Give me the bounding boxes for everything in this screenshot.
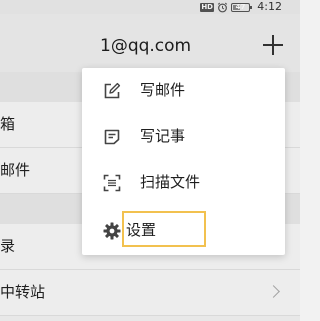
popup-menu: 写邮件 写记事 扫描文件 设置: [82, 68, 285, 255]
battery-percent: 47: [235, 2, 246, 11]
list-item[interactable]: 中转站: [0, 270, 300, 316]
battery-icon: 47: [231, 2, 252, 12]
menu-item-label: 写邮件: [140, 81, 186, 99]
hd-badge: HD: [200, 2, 214, 12]
status-icons: HD 47: [200, 1, 252, 13]
note-icon: [104, 129, 120, 145]
gear-icon: [103, 222, 121, 240]
account-email[interactable]: 1@qq.com: [100, 36, 191, 56]
menu-item-label: 扫描文件: [140, 173, 201, 191]
list-item-label: 中转站: [0, 283, 46, 301]
compose-icon: [104, 82, 121, 99]
alarm-icon: [217, 2, 228, 12]
status-bar: HD 47 4:12: [0, 0, 300, 14]
status-time: 4:12: [257, 0, 282, 13]
menu-item-compose[interactable]: 写邮件: [82, 68, 285, 114]
menu-item-label: 写记事: [140, 127, 186, 145]
menu-item-settings[interactable]: 设置: [82, 208, 285, 254]
list-item-label: 录: [0, 237, 16, 255]
list-item-label: 邮件: [0, 161, 31, 179]
menu-item-scan[interactable]: 扫描文件: [82, 160, 285, 206]
list-item-label: 箱: [0, 115, 16, 133]
chevron-right-icon: [267, 285, 280, 298]
app-header: 1@qq.com: [0, 14, 300, 72]
menu-item-label: 设置: [126, 221, 157, 239]
menu-item-note[interactable]: 写记事: [82, 114, 285, 160]
scan-icon: [103, 174, 121, 192]
plus-icon[interactable]: [262, 34, 284, 56]
